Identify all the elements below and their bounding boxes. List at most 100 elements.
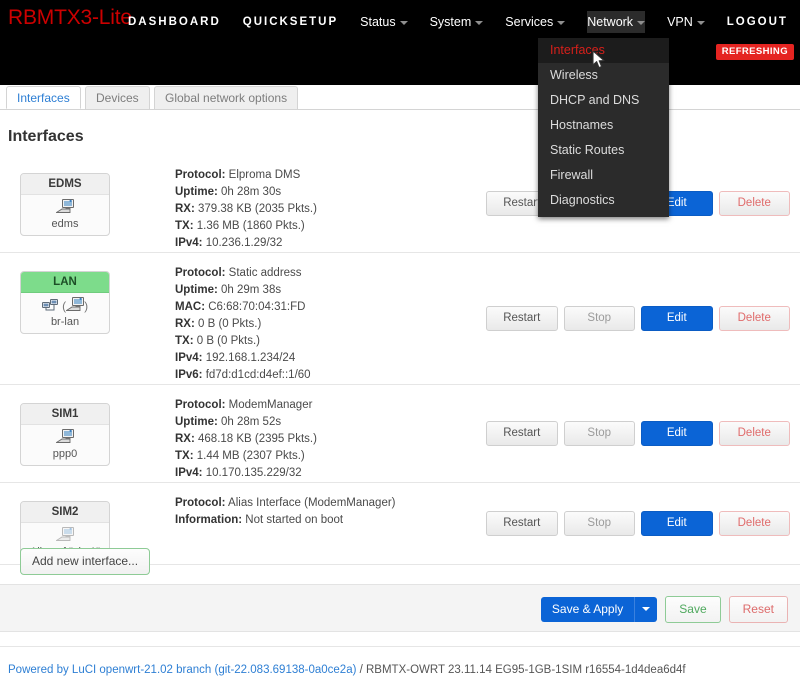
nav-item-network[interactable]: Network: [587, 11, 646, 33]
interface-details: Protocol: ModemManager Uptime: 0h 28m 52s…: [175, 385, 480, 482]
nav-item-label: Services: [505, 15, 554, 29]
status-badge: REFRESHING: [715, 44, 794, 60]
interface-detail-value: fd7d:d1cd:d4ef::1/60: [202, 369, 311, 381]
interface-detail-line: TX: 1.44 MB (2307 Pkts.): [175, 448, 480, 465]
interface-detail-value: 0 B (0 Pkts.): [194, 318, 262, 330]
interface-detail-label: Protocol:: [175, 267, 226, 279]
delete-button[interactable]: Delete: [718, 306, 790, 331]
interface-detail-value: Alias Interface (ModemManager): [225, 497, 396, 509]
nav-item-vpn[interactable]: VPN: [667, 11, 705, 33]
interface-detail-line: Protocol: Static address: [175, 265, 480, 282]
dropdown-item-dhcp-and-dns[interactable]: DHCP and DNS: [538, 88, 669, 113]
interface-actions: RestartStopEditDelete: [480, 511, 800, 536]
nav-item-quicksetup[interactable]: QUICKSETUP: [243, 11, 338, 33]
restart-button[interactable]: Restart: [486, 306, 558, 331]
dropdown-item-wireless[interactable]: Wireless: [538, 63, 669, 88]
interface-detail-label: IPv4:: [175, 352, 203, 364]
interface-badge[interactable]: SIM1 ppp0: [20, 403, 110, 466]
stop-button[interactable]: Stop: [563, 421, 635, 446]
interface-row: SIM1 ppp0 Protocol: ModemManager Uptime: 0h…: [0, 385, 800, 483]
interface-badge-body: edms: [21, 195, 109, 235]
nav-item-label: LOGOUT: [726, 16, 788, 28]
interface-detail-line: Protocol: ModemManager: [175, 397, 480, 414]
nav-item-label: Status: [360, 15, 396, 29]
ethernet-icon: [54, 199, 74, 217]
nav-item-dashboard[interactable]: DASHBOARD: [128, 11, 221, 33]
restart-button[interactable]: Restart: [486, 421, 558, 446]
tab-global-network-options[interactable]: Global network options: [154, 86, 299, 109]
interface-detail-value: Elproma DMS: [225, 169, 301, 181]
interface-detail-label: IPv4:: [175, 237, 203, 249]
interface-detail-line: IPv4: 10.236.1.29/32: [175, 235, 480, 252]
reset-button[interactable]: Reset: [728, 596, 788, 623]
interface-name: LAN: [21, 272, 109, 293]
tab-devices[interactable]: Devices: [85, 86, 150, 109]
interface-detail-line: TX: 1.36 MB (1860 Pkts.): [175, 218, 480, 235]
delete-button[interactable]: Delete: [718, 511, 790, 536]
nav-item-system[interactable]: System: [430, 11, 484, 33]
nav-item-logout[interactable]: LOGOUT: [727, 11, 788, 33]
edit-button[interactable]: Edit: [641, 511, 713, 536]
interface-detail-value: Not started on boot: [242, 514, 344, 526]
interface-detail-label: RX:: [175, 318, 195, 330]
interface-row: LAN () br-lan Protocol: Static address Upti…: [0, 253, 800, 385]
interface-detail-label: Information:: [175, 514, 243, 526]
interface-name: SIM2: [21, 502, 109, 523]
interface-detail-line: Uptime: 0h 28m 52s: [175, 414, 480, 431]
interface-detail-label: IPv6:: [175, 369, 203, 381]
network-dropdown-menu: Interfaces Wireless DHCP and DNS Hostnames S…: [538, 38, 669, 217]
add-new-interface-button[interactable]: Add new interface...: [20, 548, 151, 575]
nav-item-label: System: [429, 15, 472, 29]
interface-detail-line: Uptime: 0h 29m 38s: [175, 282, 480, 299]
tab-interfaces[interactable]: Interfaces: [6, 86, 81, 109]
ethernet-icon: [65, 297, 85, 315]
edit-button[interactable]: Edit: [641, 421, 713, 446]
edit-button[interactable]: Edit: [641, 306, 713, 331]
interface-device-icons: (): [21, 297, 109, 315]
nav-item-services[interactable]: Services: [505, 11, 566, 33]
interface-detail-line: RX: 379.38 KB (2035 Pkts.): [175, 201, 480, 218]
dropdown-item-static-routes[interactable]: Static Routes: [538, 138, 669, 163]
interface-detail-value: 10.236.1.29/32: [202, 237, 283, 249]
interface-detail-line: RX: 468.18 KB (2395 Pkts.): [175, 431, 480, 448]
interface-name: EDMS: [21, 174, 109, 195]
save-apply-dropdown-toggle[interactable]: [634, 597, 657, 622]
luci-version-link[interactable]: Powered by LuCI openwrt-21.02 branch (gi…: [8, 664, 356, 676]
interface-detail-value: C6:68:70:04:31:FD: [205, 301, 306, 313]
interface-detail-label: Protocol:: [175, 399, 226, 411]
interface-detail-value: ModemManager: [225, 399, 313, 411]
dropdown-item-firewall[interactable]: Firewall: [538, 163, 669, 188]
main-navigation: DASHBOARD QUICKSETUP Status System Services N…: [128, 11, 800, 33]
interface-badge[interactable]: LAN () br-lan: [20, 271, 110, 334]
save-button[interactable]: Save: [665, 596, 721, 623]
chevron-down-icon: [557, 20, 566, 25]
interface-actions: RestartStopEditDelete: [480, 421, 800, 446]
nav-item-status[interactable]: Status: [360, 11, 408, 33]
save-and-apply-label: Save & Apply: [551, 602, 624, 616]
interface-detail-label: TX:: [175, 220, 194, 232]
stop-button[interactable]: Stop: [563, 511, 635, 536]
interface-detail-value: 192.168.1.234/24: [202, 352, 296, 364]
save-bar: Save & Apply Save Reset: [0, 584, 800, 632]
interface-actions: RestartStopEditDelete: [480, 306, 800, 331]
dropdown-item-interfaces[interactable]: Interfaces: [538, 38, 669, 63]
interface-detail-label: Uptime:: [175, 416, 218, 428]
interface-badge[interactable]: EDMS edms: [20, 173, 110, 236]
interface-device-icons: [21, 429, 109, 447]
interface-detail-label: Protocol:: [175, 169, 226, 181]
save-and-apply-button[interactable]: Save & Apply: [540, 597, 658, 622]
interface-detail-value: 10.170.135.229/32: [202, 467, 302, 479]
restart-button[interactable]: Restart: [486, 511, 558, 536]
interface-details: Protocol: Elproma DMS Uptime: 0h 28m 30s R…: [175, 155, 480, 252]
interface-detail-line: Protocol: Alias Interface (ModemManager): [175, 495, 480, 512]
dropdown-item-hostnames[interactable]: Hostnames: [538, 113, 669, 138]
chevron-down-icon: [399, 20, 408, 25]
interface-detail-label: Uptime:: [175, 186, 218, 198]
stop-button[interactable]: Stop: [563, 306, 635, 331]
brand-logo[interactable]: RBMTX3-Lite: [8, 6, 132, 30]
ethernet-icon: [54, 527, 74, 545]
delete-button[interactable]: Delete: [718, 191, 790, 216]
delete-button[interactable]: Delete: [718, 421, 790, 446]
dropdown-item-diagnostics[interactable]: Diagnostics: [538, 188, 669, 213]
interface-detail-value: 0h 28m 52s: [217, 416, 282, 428]
